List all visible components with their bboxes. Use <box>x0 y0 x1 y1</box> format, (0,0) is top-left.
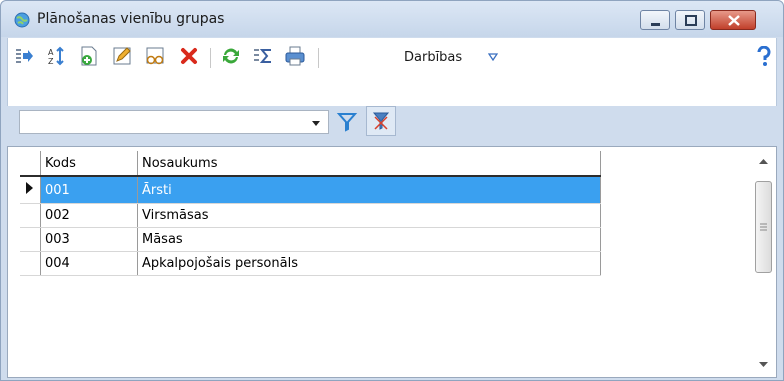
row-indicator <box>20 227 41 252</box>
grip-icon <box>760 223 767 231</box>
cell-kods[interactable]: 001 <box>40 176 138 204</box>
actions-menu[interactable]: Darbības <box>404 50 462 65</box>
title-bar[interactable]: Plānošanas vienību grupas <box>1 1 783 37</box>
edit-icon[interactable] <box>111 45 133 67</box>
delete-icon[interactable] <box>178 45 200 67</box>
row-indicator-header <box>20 151 41 177</box>
window: Plānošanas vienību grupas A Z Darbības K… <box>0 0 784 381</box>
clear-filter-button[interactable] <box>366 106 396 136</box>
row-indicator <box>20 251 41 276</box>
filter-combo[interactable] <box>19 110 329 134</box>
toolbar: A Z Darbības <box>7 38 777 106</box>
minimize-icon <box>651 23 660 26</box>
window-title: Plānošanas vienību grupas <box>37 11 225 27</box>
globe-icon <box>14 12 30 28</box>
chevron-down-icon[interactable] <box>488 53 498 61</box>
cell-kods[interactable]: 004 <box>40 251 138 276</box>
column-header-kods[interactable]: Kods <box>40 151 138 177</box>
row-indicator <box>20 176 41 204</box>
cell-nosaukums[interactable]: Māsas <box>137 227 601 252</box>
svg-text:Z: Z <box>48 57 54 66</box>
cell-kods[interactable]: 003 <box>40 227 138 252</box>
chevron-down-icon[interactable] <box>312 121 320 126</box>
close-icon <box>728 15 740 26</box>
close-button[interactable] <box>710 10 756 30</box>
scroll-down-icon[interactable] <box>755 357 772 371</box>
sort-icon[interactable]: A Z <box>46 45 68 67</box>
data-grid: Kods Nosaukums 001 Ārsti 002 Virsmāsas 0… <box>7 146 777 378</box>
print-icon[interactable] <box>284 45 306 67</box>
table-row[interactable]: 001 Ārsti <box>20 176 601 204</box>
view-icon[interactable] <box>144 45 166 67</box>
table-row[interactable]: 004 Apkalpojošais personāls <box>20 251 601 276</box>
vertical-scrollbar[interactable] <box>755 151 772 375</box>
help-icon[interactable] <box>756 46 772 68</box>
table-row[interactable]: 002 Virsmāsas <box>20 203 601 228</box>
current-row-arrow-icon <box>26 182 33 194</box>
toolbar-separator <box>318 48 319 68</box>
refresh-icon[interactable] <box>220 45 242 67</box>
maximize-button[interactable] <box>675 10 705 30</box>
svg-text:A: A <box>48 48 54 57</box>
cell-nosaukums[interactable]: Apkalpojošais personāls <box>137 251 601 276</box>
scroll-up-icon[interactable] <box>755 155 772 169</box>
cell-kods[interactable]: 002 <box>40 203 138 228</box>
export-icon[interactable] <box>13 45 35 67</box>
grid-table: Kods Nosaukums 001 Ārsti 002 Virsmāsas 0… <box>20 151 601 276</box>
add-icon[interactable] <box>78 45 100 67</box>
minimize-button[interactable] <box>640 10 670 30</box>
table-row[interactable]: 003 Māsas <box>20 227 601 252</box>
row-indicator <box>20 203 41 228</box>
column-header-nosaukums[interactable]: Nosaukums <box>137 151 601 177</box>
scroll-thumb[interactable] <box>755 181 772 273</box>
cell-nosaukums[interactable]: Ārsti <box>137 176 601 204</box>
maximize-icon <box>685 15 697 26</box>
clear-filter-icon <box>372 112 390 130</box>
cell-nosaukums[interactable]: Virsmāsas <box>137 203 601 228</box>
sum-icon[interactable] <box>252 45 274 67</box>
funnel-icon[interactable] <box>336 111 358 133</box>
toolbar-separator <box>210 48 211 68</box>
